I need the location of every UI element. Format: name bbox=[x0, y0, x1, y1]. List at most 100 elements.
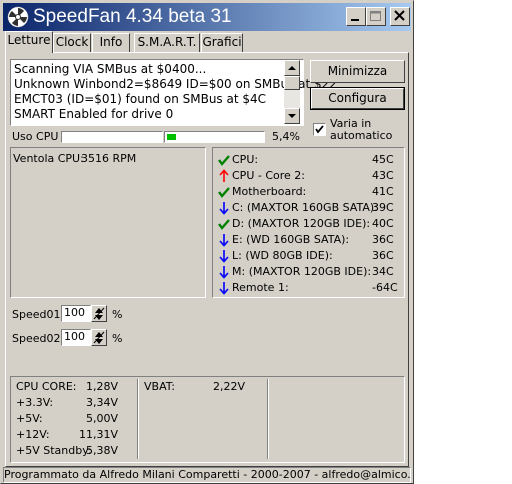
auto-vary-label-line2: automatico bbox=[330, 129, 393, 142]
temperature-value: 43C bbox=[372, 169, 394, 182]
temperature-row: M: (MAXTOR 120GB IDE): 34C bbox=[217, 264, 397, 280]
minimize-icon bbox=[351, 19, 359, 21]
check-icon bbox=[218, 155, 230, 166]
close-window-button[interactable] bbox=[390, 7, 410, 26]
arrow-up-small-icon bbox=[288, 66, 296, 70]
cpu-usage-bar-fill bbox=[167, 134, 176, 140]
temperature-name: CPU - Core 2: bbox=[232, 169, 305, 182]
voltage-value: 3,34V bbox=[85, 396, 118, 409]
voltage-value: 11,31V bbox=[78, 428, 118, 441]
arrow-down-icon bbox=[219, 250, 229, 263]
minimize-button[interactable]: Minimizza bbox=[310, 60, 405, 83]
voltage-name: +5V: bbox=[16, 412, 43, 425]
speedfan-window: SpeedFan 4.34 beta 31 Letture Clock Info… bbox=[0, 0, 414, 484]
temperature-row: Remote 1: -64C bbox=[217, 280, 398, 296]
speed02-input[interactable]: 100 bbox=[61, 329, 91, 346]
tab-smart[interactable]: S.M.A.R.T. bbox=[134, 33, 200, 52]
title-bar[interactable]: SpeedFan 4.34 beta 31 bbox=[3, 3, 411, 31]
fans-box: Ventola CPU: 3516 RPM bbox=[10, 147, 206, 298]
tab-grafici[interactable]: Grafici bbox=[201, 33, 243, 52]
auto-vary-checkbox[interactable] bbox=[313, 123, 326, 136]
temperature-row: Motherboard: 41C bbox=[217, 184, 397, 200]
temperature-name: M: (MAXTOR 120GB IDE): bbox=[232, 265, 372, 278]
divider bbox=[137, 379, 139, 459]
speed02-unit: % bbox=[112, 332, 123, 345]
checkmark-icon bbox=[315, 125, 324, 134]
cpu-usage-label: Uso CPU bbox=[12, 130, 59, 143]
temperature-value: 39C bbox=[372, 201, 394, 214]
temperature-name: D: (MAXTOR 120GB IDE): bbox=[232, 217, 371, 230]
scroll-thumb[interactable] bbox=[284, 76, 300, 90]
voltage-name: +12V: bbox=[16, 428, 50, 441]
scroll-down-button[interactable] bbox=[284, 108, 300, 124]
window-title: SpeedFan 4.34 beta 31 bbox=[33, 6, 232, 27]
scroll-up-button[interactable] bbox=[284, 60, 300, 76]
voltages-box: CPU CORE: 1,28V +3.3V: 3,34V +5V: 5,00V … bbox=[10, 376, 405, 463]
log-scrollbar[interactable] bbox=[284, 60, 300, 124]
divider bbox=[267, 379, 269, 459]
log-line: EMCT03 (ID=$01) found on SMBus at $4C bbox=[14, 92, 267, 106]
temperature-value: -64C bbox=[372, 281, 398, 294]
speed01-unit: % bbox=[112, 308, 123, 321]
temperature-value: 36C bbox=[372, 233, 394, 246]
log-line: SMART Enabled for drive 0 bbox=[14, 107, 174, 121]
fan-icon bbox=[7, 6, 29, 28]
temperature-name: Motherboard: bbox=[232, 185, 307, 198]
temperature-name: C: (MAXTOR 160GB SATA): bbox=[232, 201, 378, 214]
temperature-value: 40C bbox=[372, 217, 394, 230]
temperature-value: 41C bbox=[372, 185, 394, 198]
log-box[interactable]: Scanning VIA SMBus at $0400... Unknown W… bbox=[10, 59, 337, 126]
spinner-arrows-icon bbox=[93, 307, 105, 320]
arrow-up-icon bbox=[219, 169, 229, 182]
speed02-label: Speed02: bbox=[12, 332, 65, 345]
maximize-icon bbox=[370, 11, 381, 21]
temperature-value: 34C bbox=[372, 265, 394, 278]
temperature-name: CPU: bbox=[232, 153, 259, 166]
fan-value: 3516 RPM bbox=[81, 152, 137, 165]
speed01-spinner[interactable] bbox=[91, 305, 107, 322]
readings-panel: Scanning VIA SMBus at $0400... Unknown W… bbox=[5, 52, 409, 467]
arrow-down-icon bbox=[219, 282, 229, 295]
close-icon bbox=[394, 10, 405, 21]
check-icon bbox=[218, 187, 230, 198]
arrow-down-icon bbox=[219, 202, 229, 215]
arrow-down-small-icon bbox=[288, 114, 296, 118]
cpu-usage-value: 5,4% bbox=[272, 130, 300, 143]
speed01-label: Speed01: bbox=[12, 308, 65, 321]
fan-name: Ventola CPU: bbox=[13, 152, 84, 165]
voltage-value: 1,28V bbox=[85, 380, 118, 393]
minimize-window-button[interactable] bbox=[346, 7, 366, 26]
status-bar: Programmato da Alfredo Milani Comparetti… bbox=[3, 467, 411, 483]
voltage-name: VBAT: bbox=[144, 380, 175, 393]
tab-letture[interactable]: Letture bbox=[5, 31, 53, 53]
temperature-row: CPU - Core 2: 43C bbox=[217, 168, 397, 184]
tab-clock[interactable]: Clock bbox=[53, 33, 91, 52]
voltage-value: 2,22V bbox=[212, 380, 245, 393]
arrow-down-icon bbox=[219, 234, 229, 247]
voltage-value: 5,00V bbox=[85, 412, 118, 425]
configure-button[interactable]: Configura bbox=[310, 87, 405, 110]
log-line: Scanning VIA SMBus at $0400... bbox=[14, 62, 207, 76]
temperature-row: E: (WD 160GB SATA): 36C bbox=[217, 232, 397, 248]
tab-info[interactable]: Info bbox=[92, 33, 130, 52]
arrow-down-icon bbox=[219, 266, 229, 279]
temperatures-box: CPU: 45C CPU - Core 2: 43C Motherboard: 41C C:… bbox=[212, 147, 405, 298]
temperature-name: Remote 1: bbox=[232, 281, 289, 294]
temperature-row: L: (WD 80GB IDE): 36C bbox=[217, 248, 397, 264]
cpu-usage-history bbox=[61, 131, 163, 143]
check-icon bbox=[218, 219, 230, 230]
voltage-name: +3.3V: bbox=[16, 396, 54, 409]
temperature-row: C: (MAXTOR 160GB SATA): 39C bbox=[217, 200, 397, 216]
temperature-value: 36C bbox=[372, 249, 394, 262]
maximize-window-button[interactable] bbox=[366, 7, 386, 26]
temperature-row: CPU: 45C bbox=[217, 152, 397, 168]
cpu-usage-bar bbox=[164, 131, 265, 143]
temperature-name: E: (WD 160GB SATA): bbox=[232, 233, 350, 246]
speed01-input[interactable]: 100 bbox=[61, 305, 91, 322]
temperature-name: L: (WD 80GB IDE): bbox=[232, 249, 333, 262]
temperature-row: D: (MAXTOR 120GB IDE): 40C bbox=[217, 216, 397, 232]
spinner-arrows-icon bbox=[93, 331, 105, 344]
voltage-value: 5,38V bbox=[85, 444, 118, 457]
temperature-value: 45C bbox=[372, 153, 394, 166]
speed02-spinner[interactable] bbox=[91, 329, 107, 346]
